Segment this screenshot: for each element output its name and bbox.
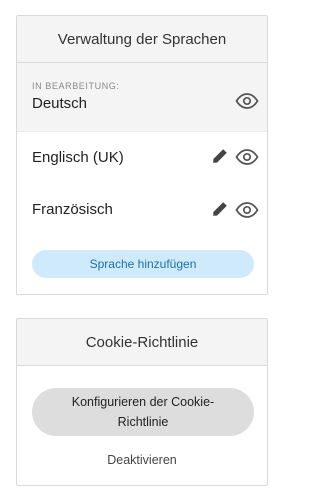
configure-cookie-policy-button[interactable]: Konfigurieren der Cookie-Richtlinie <box>32 388 254 436</box>
editing-caption: IN BEARBEITUNG: <box>32 81 120 91</box>
editing-language-block: IN BEARBEITUNG: Deutsch <box>17 63 267 132</box>
cookie-panel-header: Cookie-Richtlinie <box>17 319 267 366</box>
language-panel-header: Verwaltung der Sprachen <box>17 16 267 63</box>
language-panel-title: Verwaltung der Sprachen <box>57 30 227 48</box>
language-label: Französisch <box>32 200 113 218</box>
language-label: Englisch (UK) <box>32 148 124 166</box>
language-row-english: Englisch (UK) <box>17 142 267 172</box>
editing-language-name: Deutsch <box>32 95 88 112</box>
pencil-icon[interactable] <box>212 201 228 217</box>
eye-icon[interactable] <box>235 93 259 109</box>
language-row-french: Französisch <box>17 194 267 224</box>
cookie-policy-panel: Cookie-Richtlinie Konfigurieren der Cook… <box>16 318 268 486</box>
eye-icon[interactable] <box>235 202 259 218</box>
cookie-panel-title: Cookie-Richtlinie <box>85 333 199 351</box>
eye-icon[interactable] <box>235 149 259 165</box>
deactivate-link[interactable]: Deaktivieren <box>17 453 267 467</box>
pencil-icon[interactable] <box>212 148 228 164</box>
language-management-panel: Verwaltung der Sprachen IN BEARBEITUNG: … <box>16 15 268 295</box>
add-language-button[interactable]: Sprache hinzufügen <box>32 250 254 278</box>
